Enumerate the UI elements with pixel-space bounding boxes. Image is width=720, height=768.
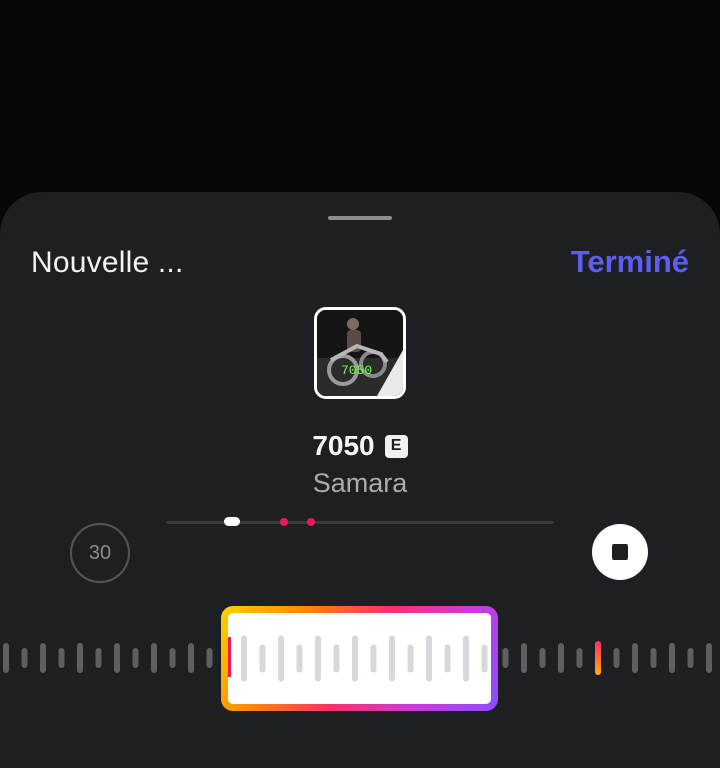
waveform-bar (169, 648, 176, 668)
selected-waveform-bar (426, 635, 432, 682)
artist-name: Samara (312, 468, 408, 498)
done-button[interactable]: Terminé (571, 244, 689, 280)
selected-waveform-bar (370, 644, 377, 673)
drag-handle[interactable] (328, 216, 392, 220)
selected-waveform-bar (259, 644, 266, 673)
waveform-bar (632, 643, 638, 673)
artwork-label: 7050 (341, 363, 372, 378)
waveform-bar (539, 648, 546, 668)
selection-start-marker (228, 637, 231, 677)
clip-selector[interactable] (221, 606, 498, 711)
waveform-bar (669, 643, 675, 673)
waveform-bar (188, 643, 194, 673)
selected-waveform-bar (407, 644, 414, 673)
selected-waveform-bar (444, 644, 451, 673)
selected-waveform-bar (481, 644, 488, 673)
waveform-bar (521, 643, 527, 673)
selected-waveform-bar (278, 635, 284, 682)
waveform-bar (114, 643, 120, 673)
selected-waveform-bar (463, 635, 469, 682)
waveform-bar (21, 648, 28, 668)
selected-waveform-bar (352, 635, 358, 682)
selected-waveform-bar (333, 644, 340, 673)
waveform-bar (77, 643, 83, 673)
album-artwork: 7050 (314, 307, 406, 399)
selected-waveform-bar (296, 644, 303, 673)
selected-waveform-bar (389, 635, 395, 682)
waveform-bar (687, 648, 694, 668)
stop-icon (612, 544, 628, 560)
waveform-bar (95, 648, 102, 668)
waveform-bar (650, 648, 657, 668)
sheet-title: Nouvelle ... (31, 246, 184, 279)
clip-duration-button[interactable]: 30 (70, 523, 130, 583)
waveform-bar (576, 648, 583, 668)
track-name: 7050 (312, 430, 375, 461)
stop-button[interactable] (592, 524, 648, 580)
backdrop (0, 0, 720, 192)
clip-selector-window (228, 613, 491, 704)
waveform-bar (558, 643, 564, 673)
waveform-bar (40, 643, 46, 673)
selected-waveform-bar (315, 635, 321, 682)
waveform-bar (502, 648, 509, 668)
progress-thumb[interactable] (223, 517, 240, 526)
waveform-bar (58, 648, 65, 668)
music-picker-sheet: Nouvelle ... Terminé 7050 7050 E Samara … (0, 192, 720, 768)
playhead-marker (595, 641, 601, 675)
selected-waveform-bar (241, 635, 247, 682)
lyric-marker (280, 518, 288, 526)
lyric-marker (307, 518, 315, 526)
waveform-bar (151, 643, 157, 673)
waveform-bar (206, 648, 213, 668)
track-title-row: 7050 E (0, 428, 720, 464)
waveform-bar (132, 648, 139, 668)
explicit-icon: E (384, 434, 408, 458)
waveform-bar (3, 643, 9, 673)
waveform-bar (706, 643, 712, 673)
waveform-bar (613, 648, 620, 668)
